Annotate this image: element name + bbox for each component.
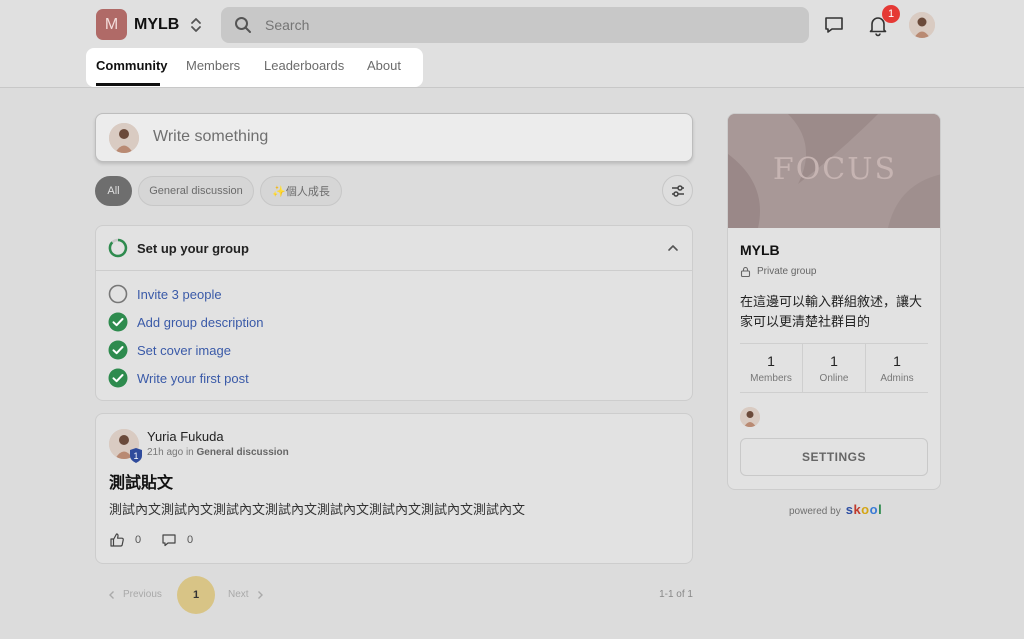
next-page-button[interactable]: Next	[228, 589, 265, 600]
stat-label: Members	[750, 373, 792, 384]
level-badge-icon: 1	[130, 448, 142, 463]
comment-count: 0	[187, 534, 194, 546]
powered-by[interactable]: powered by skool	[789, 502, 882, 517]
group-name[interactable]: MYLB	[134, 16, 179, 34]
post-in-word: in	[185, 447, 194, 458]
tab-members[interactable]: Members	[186, 58, 240, 73]
group-stats: 1 Members 1 Online 1 Admins	[740, 343, 928, 393]
tab-leaderboards[interactable]: Leaderboards	[264, 58, 344, 73]
member-avatar[interactable]	[740, 407, 760, 427]
setup-header[interactable]: Set up your group	[96, 226, 692, 271]
composer-placeholder: Write something	[153, 128, 269, 145]
check-circle-icon	[108, 312, 128, 332]
like-button[interactable]: 0	[109, 532, 141, 548]
thumbs-up-icon	[110, 533, 124, 547]
powered-by-text: powered by	[789, 506, 841, 517]
setup-title: Set up your group	[137, 241, 249, 256]
notification-badge: 1	[882, 5, 900, 23]
filter-all[interactable]: All	[95, 176, 132, 206]
setup-card: Set up your group Invite 3 people Add gr…	[95, 225, 693, 401]
active-tab-indicator	[96, 83, 160, 86]
empty-circle-icon	[108, 284, 128, 304]
top-bar: M MYLB Search 1 Community Members Leader…	[0, 0, 1024, 88]
task-label[interactable]: Write your first post	[137, 371, 249, 386]
check-circle-icon	[108, 340, 128, 360]
page: M MYLB Search 1 Community Members Leader…	[0, 0, 1024, 639]
search-placeholder: Search	[265, 17, 310, 33]
filter-personal-growth[interactable]: ✨個人成長	[260, 176, 342, 206]
group-info-card: FOCUS MYLB Private group 在這邊可以輸入群組敘述，讓大家…	[727, 113, 941, 490]
privacy-text: Private group	[757, 266, 817, 277]
post-meta: 21h ago in General discussion	[147, 447, 289, 458]
post-card[interactable]: 1 Yuria Fukuda 21h ago in General discus…	[95, 413, 693, 564]
previous-label: Previous	[123, 589, 162, 600]
stat-label: Online	[819, 373, 849, 384]
page-1-button[interactable]: 1	[177, 576, 215, 614]
stat-value: 1	[893, 353, 901, 369]
group-switcher-icon[interactable]	[188, 14, 204, 36]
group-description: 在這邊可以輸入群組敘述，讓大家可以更清楚社群目的	[740, 294, 923, 329]
stat-members[interactable]: 1 Members	[740, 344, 802, 392]
tab-about[interactable]: About	[367, 58, 401, 73]
settings-button[interactable]: SETTINGS	[740, 438, 928, 476]
check-circle-icon	[108, 368, 128, 388]
task-label[interactable]: Invite 3 people	[137, 287, 222, 302]
skool-logo: skool	[845, 502, 883, 517]
chat-icon[interactable]	[822, 13, 846, 37]
post-body: 測試內文測試內文測試內文測試內文測試內文測試內文測試內文測試內文	[109, 502, 526, 517]
comment-icon	[162, 534, 176, 547]
stat-admins[interactable]: 1 Admins	[865, 344, 928, 392]
previous-page-button[interactable]: Previous	[107, 589, 162, 600]
privacy-label: Private group	[740, 266, 816, 277]
comment-button[interactable]: 0	[161, 532, 193, 548]
stat-value: 1	[830, 353, 838, 369]
chevron-left-icon	[109, 590, 114, 599]
post-category[interactable]: General discussion	[197, 447, 289, 458]
tab-bar: Community Members Leaderboards About	[86, 48, 423, 87]
task-add-description[interactable]: Add group description	[108, 312, 263, 332]
sliders-icon	[671, 184, 684, 197]
lock-icon	[740, 266, 751, 277]
sidebar-group-name: MYLB	[740, 242, 780, 258]
stat-value: 1	[767, 353, 775, 369]
task-invite-people[interactable]: Invite 3 people	[108, 284, 222, 304]
like-count: 0	[135, 534, 142, 546]
post-author-name[interactable]: Yuria Fukuda	[147, 429, 224, 444]
stat-label: Admins	[880, 373, 914, 384]
progress-ring-icon	[108, 238, 128, 258]
next-label: Next	[228, 589, 249, 600]
search-input[interactable]: Search	[221, 7, 809, 43]
group-logo[interactable]: M	[96, 9, 127, 40]
member-avatar-image	[740, 407, 760, 427]
level-badge-number: 1	[133, 451, 138, 461]
composer-avatar	[109, 123, 139, 153]
task-first-post[interactable]: Write your first post	[108, 368, 249, 388]
task-label[interactable]: Add group description	[137, 315, 263, 330]
chevron-up-icon[interactable]	[666, 241, 680, 255]
task-label[interactable]: Set cover image	[137, 343, 231, 358]
composer-avatar-image	[109, 123, 139, 153]
task-set-cover[interactable]: Set cover image	[108, 340, 231, 360]
page-count: 1-1 of 1	[659, 589, 693, 600]
stat-online[interactable]: 1 Online	[802, 344, 865, 392]
user-avatar[interactable]	[909, 12, 935, 38]
post-time: 21h ago	[147, 447, 184, 458]
post-composer[interactable]: Write something	[95, 113, 693, 162]
cover-image: FOCUS	[728, 114, 940, 228]
tab-community[interactable]: Community	[96, 58, 168, 73]
search-icon	[235, 17, 251, 33]
cover-title: FOCUS	[772, 152, 898, 187]
post-title[interactable]: 測試貼文	[109, 469, 173, 493]
chevron-right-icon	[257, 590, 263, 599]
filter-general-discussion[interactable]: General discussion	[138, 176, 254, 206]
filter-settings-button[interactable]	[662, 175, 693, 206]
user-avatar-image	[909, 12, 935, 38]
